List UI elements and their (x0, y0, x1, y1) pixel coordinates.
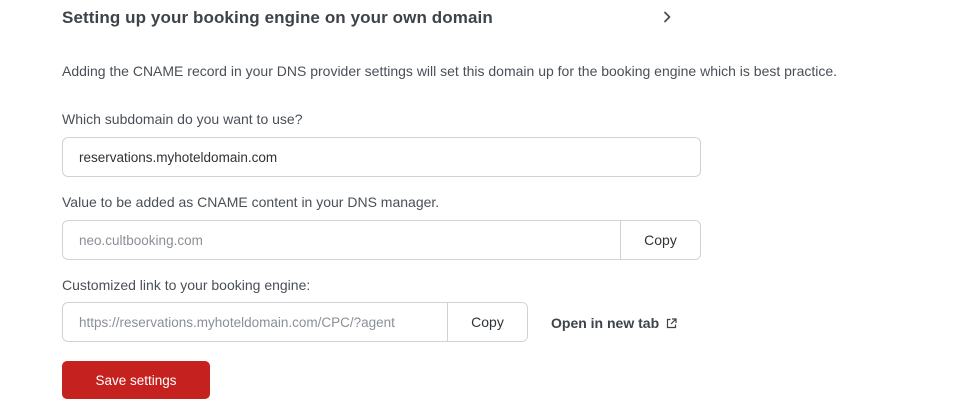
cname-value: neo.cultbooking.com (79, 232, 203, 248)
open-in-new-tab-link[interactable]: Open in new tab (551, 314, 677, 332)
booking-engine-domain-settings: Setting up your booking engine on your o… (0, 0, 965, 412)
custom-link-field: https://reservations.myhoteldomain.com/C… (62, 302, 528, 342)
section-title: Setting up your booking engine on your o… (62, 8, 493, 27)
section-header[interactable]: Setting up your booking engine on your o… (62, 4, 672, 32)
cname-label: Value to be added as CNAME content in yo… (62, 194, 440, 210)
custom-link-value: https://reservations.myhoteldomain.com/C… (79, 314, 395, 330)
external-link-icon (667, 317, 677, 328)
subdomain-input-value[interactable]: reservations.myhoteldomain.com (63, 150, 700, 165)
chevron-right-icon[interactable] (662, 10, 672, 27)
subdomain-input[interactable]: reservations.myhoteldomain.com (62, 137, 701, 177)
description-text: Adding the CNAME record in your DNS prov… (62, 63, 838, 79)
copy-cname-button[interactable]: Copy (620, 221, 700, 259)
custom-link-label: Customized link to your booking engine: (62, 277, 311, 293)
cname-field: neo.cultbooking.com Copy (62, 220, 701, 260)
subdomain-label: Which subdomain do you want to use? (62, 111, 303, 127)
copy-link-button[interactable]: Copy (447, 303, 527, 341)
save-settings-button[interactable]: Save settings (62, 361, 210, 399)
open-in-new-tab-label: Open in new tab (551, 315, 660, 331)
